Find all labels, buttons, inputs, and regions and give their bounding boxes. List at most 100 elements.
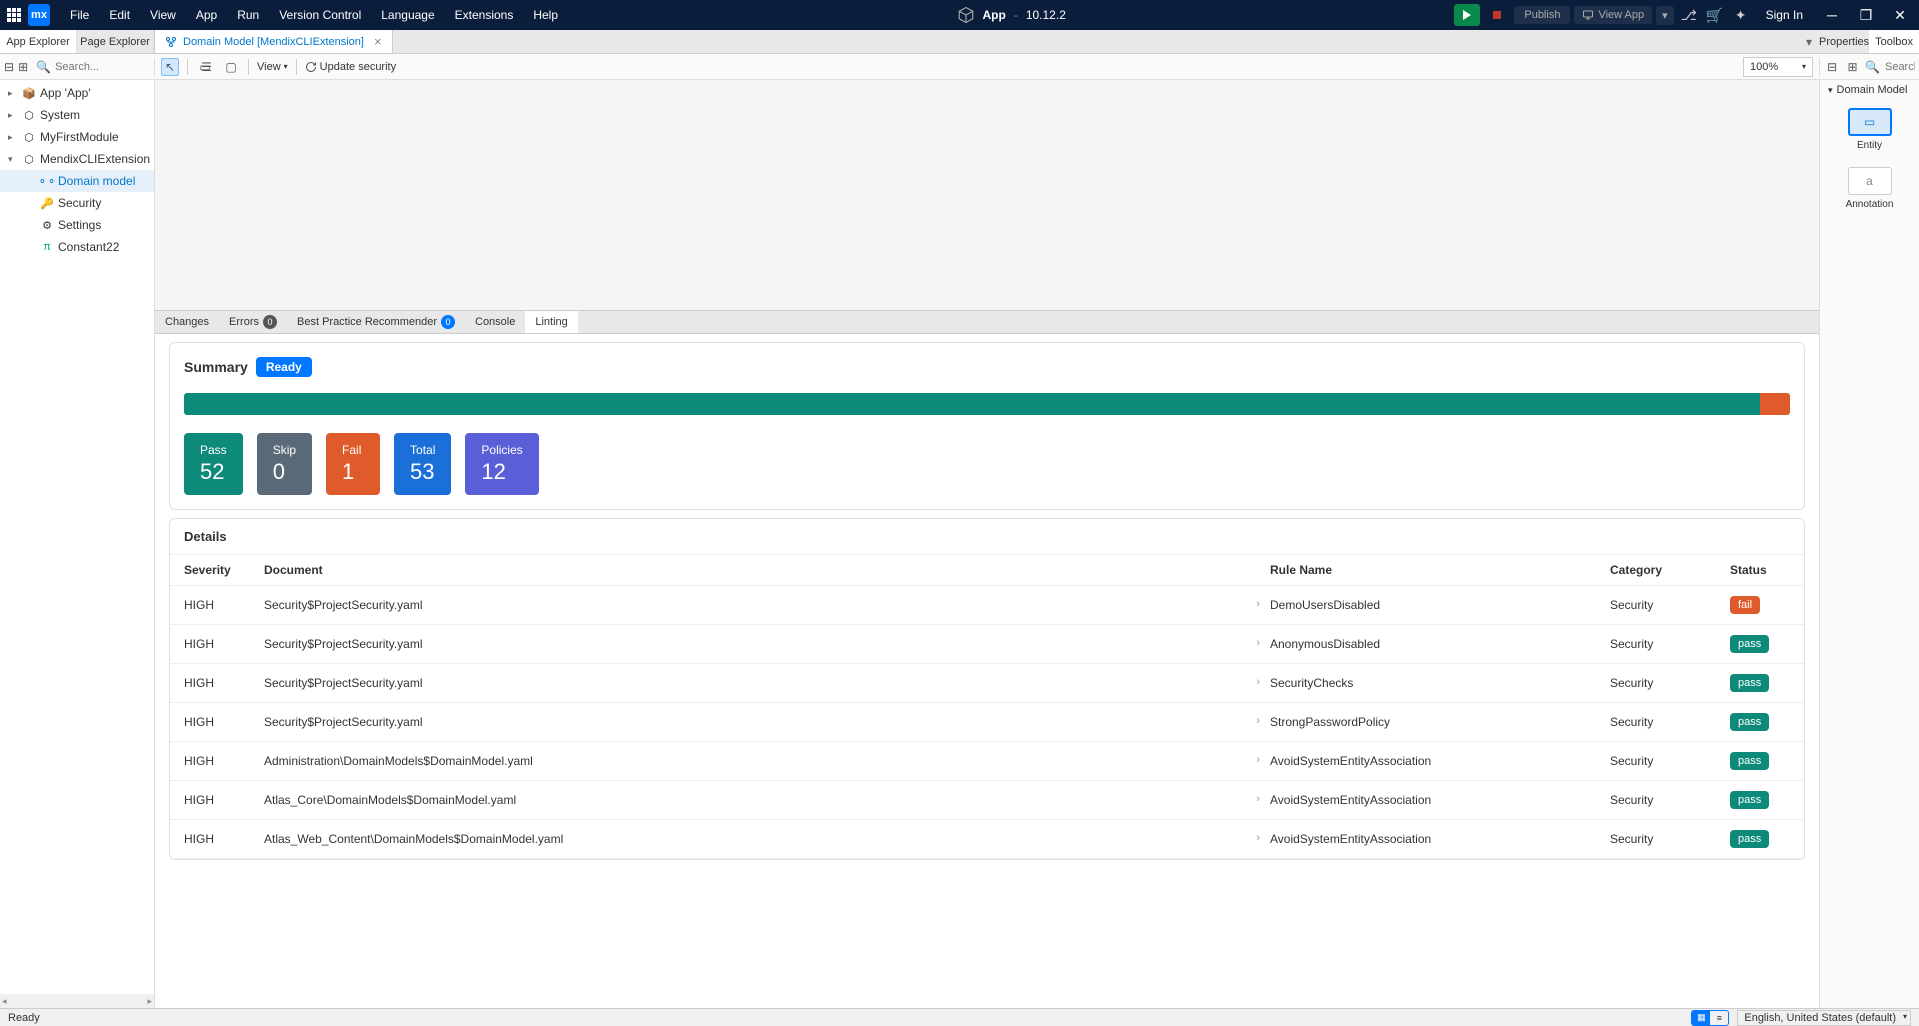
menu-extensions[interactable]: Extensions [445, 0, 524, 30]
annotation-tool-button[interactable]: ▢ [222, 58, 240, 76]
cell-document: Atlas_Web_Content\DomainModels$DomainMod… [264, 832, 1270, 846]
window-minimize-button[interactable]: ─ [1817, 0, 1847, 30]
view-app-dropdown[interactable]: ▾ [1656, 6, 1674, 25]
publish-button[interactable]: Publish [1514, 6, 1570, 24]
tree-system[interactable]: ▸ ⬡ System [0, 104, 154, 126]
menu-edit[interactable]: Edit [99, 0, 140, 30]
expand-button[interactable]: ⊞ [18, 58, 28, 76]
cell-category: Security [1610, 754, 1730, 768]
tree-domain-model[interactable]: ⚬⚬ Domain model [0, 170, 154, 192]
btab-errors[interactable]: Errors 0 [219, 311, 287, 333]
tab-toolbox[interactable]: Toolbox [1869, 30, 1919, 53]
tab-page-explorer[interactable]: Page Explorer [77, 30, 154, 53]
sign-in-button[interactable]: Sign In [1756, 8, 1813, 22]
table-row[interactable]: HIGHSecurity$ProjectSecurity.yaml›Anonym… [170, 625, 1804, 664]
tab-properties[interactable]: Properties [1819, 30, 1869, 53]
table-row[interactable]: HIGHAdministration\DomainModels$DomainMo… [170, 742, 1804, 781]
search-icon: 🔍 [36, 58, 51, 76]
stop-button[interactable] [1484, 4, 1510, 26]
tree-myfirstmodule[interactable]: ▸ ⬡ MyFirstModule [0, 126, 154, 148]
progress-pass-segment [184, 393, 1760, 415]
linting-panel[interactable]: Summary Ready Pass52 Skip0 F [155, 334, 1819, 1008]
entity-icon: ▭ [1848, 108, 1892, 136]
toolbox-section-domain-model[interactable]: ▾ Domain Model [1820, 80, 1919, 100]
app-grid-icon[interactable] [4, 5, 24, 25]
cell-document: Security$ProjectSecurity.yaml› [264, 598, 1270, 612]
status-chip: pass [1730, 674, 1769, 692]
cell-severity: HIGH [184, 754, 264, 768]
window-close-button[interactable]: ✕ [1885, 0, 1915, 30]
entity-tool-button[interactable]: ▭ [196, 58, 214, 76]
menu-file[interactable]: File [60, 0, 99, 30]
collapse-button[interactable]: ⊟ [4, 58, 14, 76]
language-dropdown[interactable]: English, United States (default) [1737, 1010, 1911, 1026]
chevron-right-icon[interactable]: › [1256, 793, 1260, 805]
menu-help[interactable]: Help [523, 0, 568, 30]
scroll-left-icon[interactable]: ◂ [2, 996, 7, 1007]
tab-overflow-dropdown[interactable]: ▾ [1799, 30, 1819, 54]
doc-tab-domain-model[interactable]: Domain Model [MendixCLIExtension] × [155, 30, 393, 53]
chevron-right-icon[interactable]: › [1256, 637, 1260, 649]
scroll-right-icon[interactable]: ▸ [147, 996, 152, 1007]
table-row[interactable]: HIGHSecurity$ProjectSecurity.yaml›DemoUs… [170, 586, 1804, 625]
table-row[interactable]: HIGHAtlas_Core\DomainModels$DomainModel.… [170, 781, 1804, 820]
tree-mendixcliextension[interactable]: ▾ ⬡ MendixCLIExtension [0, 148, 154, 170]
btab-bpr[interactable]: Best Practice Recommender 0 [287, 311, 465, 333]
cell-category: Security [1610, 832, 1730, 846]
btab-console[interactable]: Console [465, 311, 525, 333]
close-tab-button[interactable]: × [374, 34, 382, 49]
view-toggle[interactable]: ▦ ≡ [1691, 1010, 1729, 1026]
run-button[interactable] [1454, 4, 1480, 26]
cube-icon [957, 6, 975, 24]
git-icon[interactable]: ⎇ [1678, 4, 1700, 26]
btab-changes[interactable]: Changes [155, 311, 219, 333]
pointer-tool-button[interactable]: ↖ [161, 58, 179, 76]
tab-app-explorer[interactable]: App Explorer [0, 30, 77, 53]
tree-security[interactable]: 🔑 Security [0, 192, 154, 214]
domain-model-canvas[interactable] [155, 80, 1819, 310]
cell-severity: HIGH [184, 637, 264, 651]
collapse-right-button[interactable]: ⊟ [1824, 58, 1840, 76]
tree-settings[interactable]: ⚙ Settings [0, 214, 154, 236]
tree-app-root[interactable]: ▸ 📦 App 'App' [0, 82, 154, 104]
sparkle-icon[interactable]: ✦ [1730, 4, 1752, 26]
expand-right-button[interactable]: ⊞ [1844, 58, 1860, 76]
status-chip: pass [1730, 791, 1769, 809]
toolbox-annotation[interactable]: a Annotation [1820, 159, 1919, 218]
cart-icon[interactable]: 🛒 [1704, 4, 1726, 26]
stat-total: Total53 [394, 433, 451, 495]
menu-version-control[interactable]: Version Control [269, 0, 371, 30]
titlebar-center: App - 10.12.2 [568, 6, 1454, 24]
menu-app[interactable]: App [186, 0, 227, 30]
details-card: Details Severity Document Rule Name Cate… [169, 518, 1805, 860]
cell-category: Security [1610, 598, 1730, 612]
left-scrollbar-horizontal[interactable]: ◂ ▸ [0, 994, 154, 1008]
right-search-input[interactable] [1885, 61, 1915, 73]
status-chip: pass [1730, 635, 1769, 653]
update-security-button[interactable]: Update security [305, 61, 396, 73]
cell-status: pass [1730, 752, 1790, 770]
menu-run[interactable]: Run [227, 0, 269, 30]
chevron-right-icon[interactable]: › [1256, 832, 1260, 844]
view-app-button[interactable]: View App [1574, 6, 1652, 24]
chevron-right-icon[interactable]: › [1256, 754, 1260, 766]
play-icon [1463, 10, 1471, 20]
view-dropdown[interactable]: View ▾ [257, 61, 288, 73]
chevron-right-icon[interactable]: › [1256, 676, 1260, 688]
zoom-dropdown[interactable]: 100%▾ [1743, 57, 1813, 77]
window-maximize-button[interactable]: ❐ [1851, 0, 1881, 30]
details-header-row: Severity Document Rule Name Category Sta… [170, 554, 1804, 586]
chevron-right-icon[interactable]: › [1256, 598, 1260, 610]
table-row[interactable]: HIGHAtlas_Web_Content\DomainModels$Domai… [170, 820, 1804, 859]
view-toggle-grid[interactable]: ▦ [1692, 1011, 1710, 1025]
table-row[interactable]: HIGHSecurity$ProjectSecurity.yaml›Strong… [170, 703, 1804, 742]
toolbox-entity[interactable]: ▭ Entity [1820, 100, 1919, 159]
table-row[interactable]: HIGHSecurity$ProjectSecurity.yaml›Securi… [170, 664, 1804, 703]
menu-language[interactable]: Language [371, 0, 444, 30]
chevron-right-icon[interactable]: › [1256, 715, 1260, 727]
menu-view[interactable]: View [140, 0, 186, 30]
btab-linting[interactable]: Linting [525, 311, 577, 333]
cell-status: pass [1730, 830, 1790, 848]
tree-constant22[interactable]: π Constant22 [0, 236, 154, 258]
view-toggle-list[interactable]: ≡ [1710, 1011, 1728, 1025]
